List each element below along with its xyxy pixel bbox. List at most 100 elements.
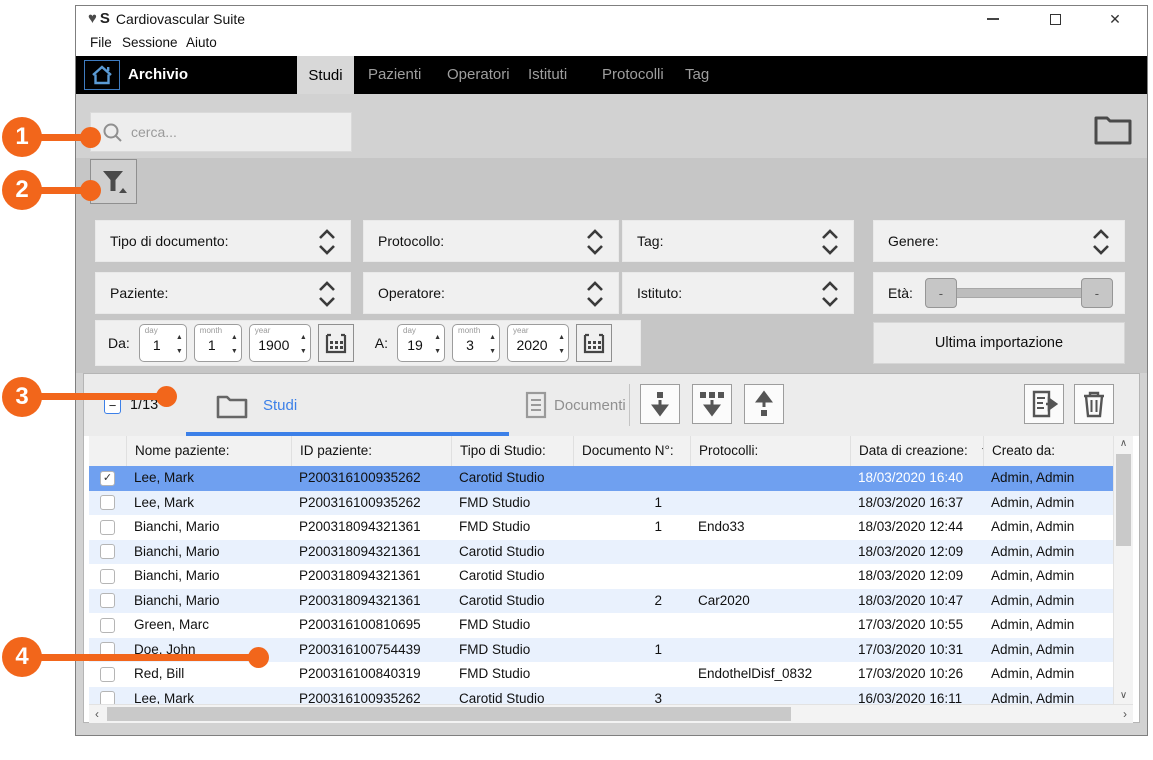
trash-icon	[1081, 390, 1107, 418]
table-row[interactable]: Bianchi, Mario P200318094321361 Carotid …	[89, 564, 1113, 589]
import-all-button[interactable]	[692, 384, 732, 424]
tab-operatori[interactable]: Operatori	[447, 66, 510, 83]
row-checkbox[interactable]	[100, 593, 115, 608]
row-checkbox[interactable]	[100, 520, 115, 535]
filter-protocollo[interactable]: Protocollo:	[363, 220, 619, 262]
cell-tipo: FMD Studio	[451, 515, 573, 540]
header-tipo-studio[interactable]: Tipo di Studio:	[451, 436, 573, 466]
row-checkbox[interactable]	[100, 495, 115, 510]
minimize-button[interactable]	[976, 6, 1010, 32]
header-documento-n[interactable]: Documento N°:	[573, 436, 690, 466]
tab-protocolli[interactable]: Protocolli	[602, 66, 664, 83]
home-button[interactable]	[84, 60, 120, 90]
date-from-day-stepper[interactable]: day 1 ▲▼	[139, 324, 187, 362]
unit-label: month	[200, 326, 222, 335]
scroll-down-icon[interactable]: ∨	[1114, 688, 1133, 704]
vertical-scroll-thumb[interactable]	[1116, 454, 1131, 546]
delete-button[interactable]	[1074, 384, 1114, 424]
last-import-button[interactable]: Ultima importazione	[873, 322, 1125, 364]
title-bar: ♥S Cardiovascular Suite ✕	[76, 6, 1147, 32]
maximize-button[interactable]	[1038, 6, 1072, 32]
export-selected-button[interactable]	[744, 384, 784, 424]
table-row[interactable]: Bianchi, Mario P200318094321361 Carotid …	[89, 540, 1113, 565]
stepper-up-icon[interactable]: ▲	[489, 334, 496, 341]
results-tab-studi[interactable]: Studi	[186, 374, 509, 436]
header-bar: Archivio Studi Pazienti Operatori Istitu…	[76, 56, 1147, 94]
minimize-icon	[987, 18, 999, 20]
filter-operatore[interactable]: Operatore:	[363, 272, 619, 314]
table-row[interactable]: Lee, Mark P200316100935262 Carotid Studi…	[89, 466, 1113, 491]
stepper-up-icon[interactable]: ▲	[231, 334, 238, 341]
stepper-up-icon[interactable]: ▲	[300, 334, 307, 341]
export-report-button[interactable]	[1024, 384, 1064, 424]
scroll-right-icon[interactable]: ›	[1117, 705, 1133, 723]
tab-studi[interactable]: Studi	[297, 56, 354, 94]
table-body: Lee, Mark P200316100935262 Carotid Studi…	[89, 466, 1113, 704]
date-to-calendar-button[interactable]	[576, 324, 612, 362]
home-icon	[91, 65, 113, 85]
filter-label: Genere:	[888, 233, 939, 249]
date-from-month-stepper[interactable]: month 1 ▲▼	[194, 324, 242, 362]
cell-creato-da: Admin, Admin	[983, 662, 1113, 687]
stepper-down-icon[interactable]: ▼	[231, 348, 238, 355]
results-tab-documenti[interactable]: Documenti	[509, 374, 627, 436]
cell-protocolli	[690, 638, 850, 663]
table-row[interactable]: Bianchi, Mario P200318094321361 Carotid …	[89, 589, 1113, 614]
header-nome-paziente[interactable]: Nome paziente:	[126, 436, 291, 466]
filter-paziente[interactable]: Paziente:	[95, 272, 351, 314]
stepper-down-icon[interactable]: ▼	[300, 348, 307, 355]
tab-pazienti[interactable]: Pazienti	[368, 66, 421, 83]
header-protocolli[interactable]: Protocolli:	[690, 436, 850, 466]
stepper-up-icon[interactable]: ▲	[176, 334, 183, 341]
table-row[interactable]: Green, Marc P200316100810695 FMD Studio …	[89, 613, 1113, 638]
stepper-down-icon[interactable]: ▼	[558, 348, 565, 355]
stepper-down-icon[interactable]: ▼	[176, 348, 183, 355]
cell-nome: Lee, Mark	[126, 687, 291, 705]
table-row[interactable]: Red, Bill P200316100840319 FMD Studio En…	[89, 662, 1113, 687]
cell-creato-da: Admin, Admin	[983, 564, 1113, 589]
filter-istituto[interactable]: Istituto:	[622, 272, 854, 314]
row-checkbox[interactable]	[100, 471, 115, 486]
table-row[interactable]: Lee, Mark P200316100935262 Carotid Studi…	[89, 687, 1113, 705]
close-button[interactable]: ✕	[1098, 6, 1132, 32]
menu-sessione[interactable]: Sessione	[122, 35, 178, 50]
stepper-down-icon[interactable]: ▼	[434, 348, 441, 355]
date-to-day-stepper[interactable]: day 19 ▲▼	[397, 324, 445, 362]
row-checkbox[interactable]	[100, 618, 115, 633]
date-to-month-stepper[interactable]: month 3 ▲▼	[452, 324, 500, 362]
stepper-up-icon[interactable]: ▲	[558, 334, 565, 341]
scroll-up-icon[interactable]: ∧	[1114, 436, 1133, 452]
date-from-calendar-button[interactable]	[318, 324, 354, 362]
header-data-creazione[interactable]: Data di creazione:	[850, 436, 983, 466]
date-to-year-stepper[interactable]: year 2020 ▲▼	[507, 324, 569, 362]
scroll-left-icon[interactable]: ‹	[89, 705, 105, 723]
horizontal-scrollbar[interactable]: ‹ ›	[89, 704, 1133, 723]
table-row[interactable]: Bianchi, Mario P200318094321361 FMD Stud…	[89, 515, 1113, 540]
row-checkbox[interactable]	[100, 544, 115, 559]
tab-istituti[interactable]: Istituti	[528, 66, 567, 83]
table-row[interactable]: Lee, Mark P200316100935262 FMD Studio 1 …	[89, 491, 1113, 516]
row-checkbox[interactable]	[100, 667, 115, 682]
filter-tag[interactable]: Tag:	[622, 220, 854, 262]
results-tab-label: Documenti	[554, 397, 626, 414]
stepper-up-icon[interactable]: ▲	[434, 334, 441, 341]
row-checkbox[interactable]	[100, 569, 115, 584]
stepper-down-icon[interactable]: ▼	[489, 348, 496, 355]
menu-aiuto[interactable]: Aiuto	[186, 35, 217, 50]
vertical-scrollbar[interactable]: ∧ ∨	[1113, 436, 1133, 704]
header-id-paziente[interactable]: ID paziente:	[291, 436, 451, 466]
header-creato-da[interactable]: Creato da:	[983, 436, 1113, 466]
tab-tag[interactable]: Tag	[685, 66, 709, 83]
horizontal-scroll-thumb[interactable]	[107, 707, 791, 721]
date-from-year-stepper[interactable]: year 1900 ▲▼	[249, 324, 311, 362]
row-checkbox[interactable]	[100, 691, 115, 704]
age-max-handle[interactable]: -	[1081, 278, 1113, 308]
import-selected-button[interactable]	[640, 384, 680, 424]
date-range-group: Da: day 1 ▲▼ month 1 ▲▼ year 1900 ▲▼ A: …	[95, 320, 641, 366]
search-input[interactable]	[131, 113, 341, 151]
menu-file[interactable]: File	[90, 35, 112, 50]
archive-folder-button[interactable]	[1092, 108, 1134, 150]
age-min-handle[interactable]: -	[925, 278, 957, 308]
filter-genere[interactable]: Genere:	[873, 220, 1125, 262]
filter-tipo-documento[interactable]: Tipo di documento:	[95, 220, 351, 262]
